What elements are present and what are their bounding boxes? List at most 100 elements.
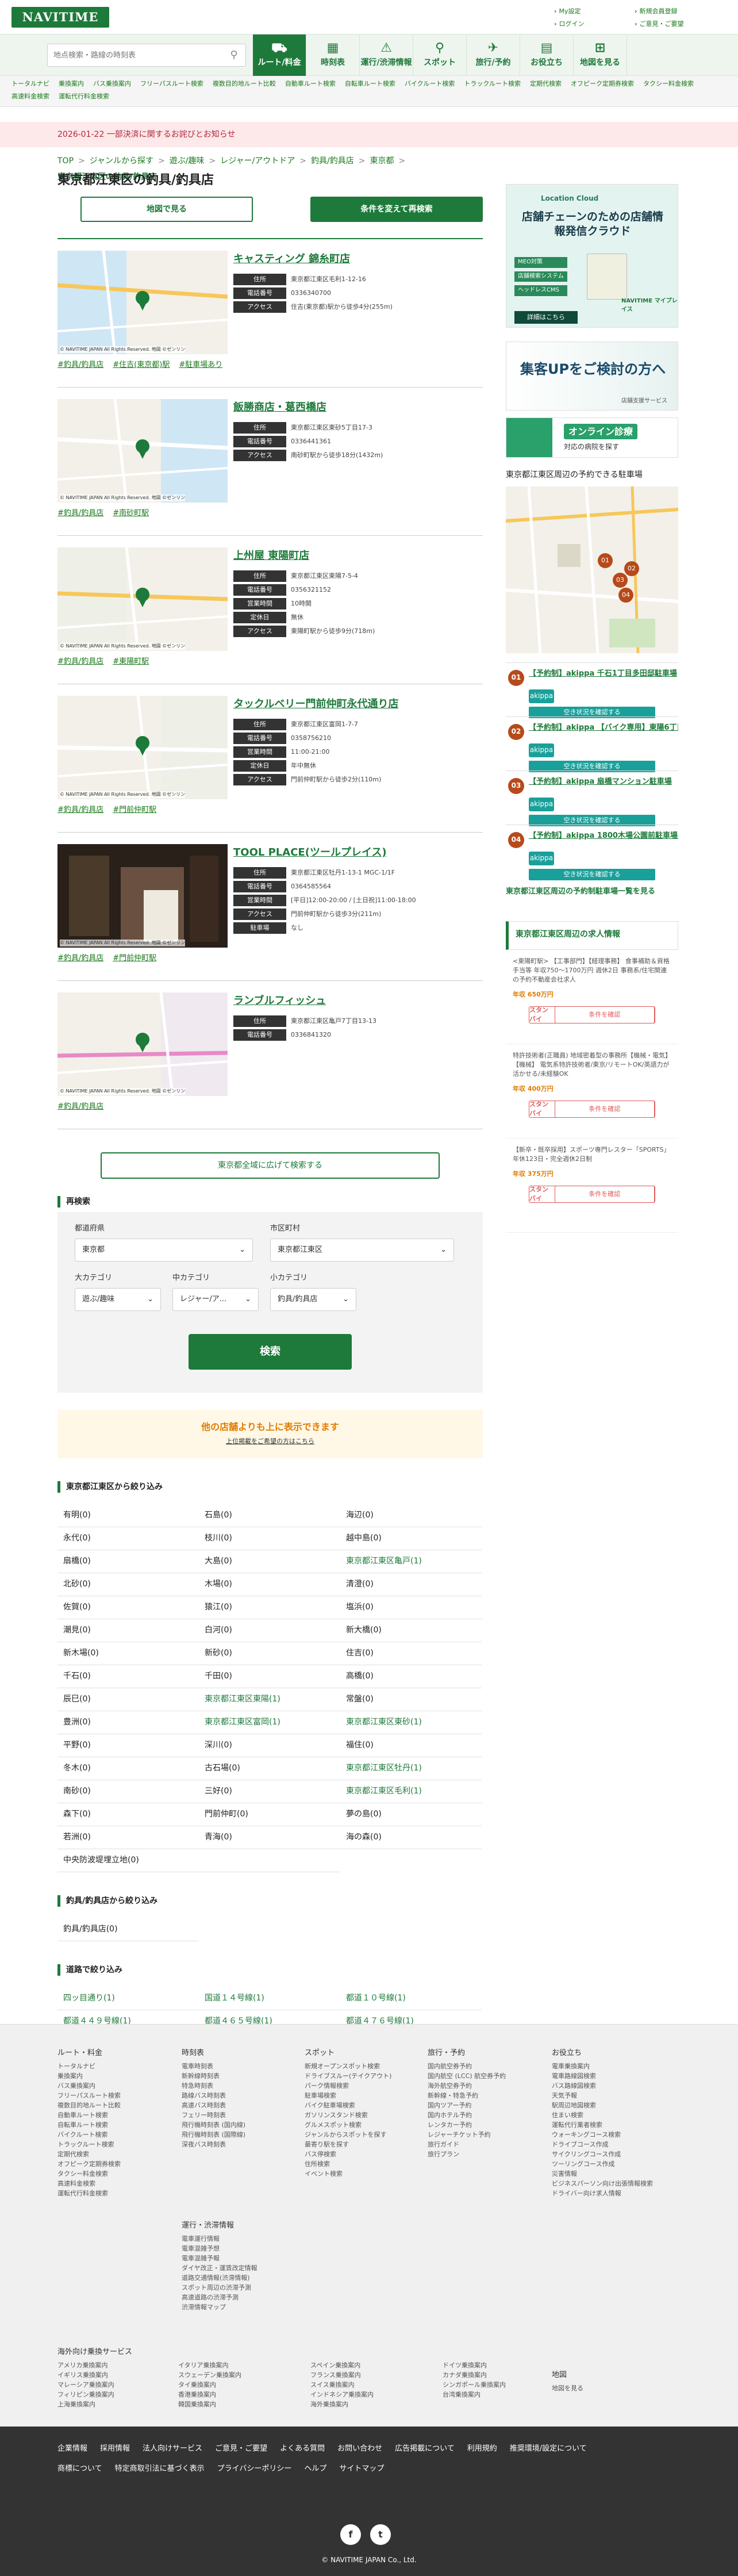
corporate-link[interactable]: プライバシーポリシー [217, 2464, 292, 2475]
filter-item[interactable]: 三好(0) [199, 1780, 340, 1803]
filter-item[interactable]: 枝川(0) [199, 1527, 340, 1550]
ad-shuukyaku[interactable]: 集客UPをご検討の方へ 店舗支援サービス [506, 342, 678, 411]
job-check-button[interactable]: スタンバイ 条件を確認 [529, 1100, 655, 1118]
breadcrumb-item[interactable]: ジャンルから探す [90, 155, 153, 167]
filter-item[interactable]: 豊洲(0) [57, 1711, 199, 1734]
subnav-link[interactable]: タクシー料金検索 [643, 79, 694, 91]
footer-link[interactable]: フランス乗換案内 [310, 2370, 437, 2380]
filter-item[interactable]: 古石場(0) [199, 1757, 340, 1780]
filter-item[interactable]: 扇橋(0) [57, 1550, 199, 1573]
filter-item[interactable]: 塩浜(0) [340, 1596, 482, 1619]
corporate-link[interactable]: ご意見・ご要望 [215, 2444, 267, 2455]
filter-item[interactable]: 夢の島(0) [340, 1803, 482, 1826]
search-icon[interactable]: ⚲ [222, 44, 245, 66]
footer-link[interactable]: 電車混雑予報 [182, 2253, 257, 2263]
jobs-heading[interactable]: 東京都江東区周辺の求人情報 [506, 921, 678, 950]
tag-link[interactable]: #釣具/釣具店 [57, 657, 103, 668]
parking-more-link[interactable]: 東京都江東区周辺の予約制駐車場一覧を見る [506, 887, 678, 904]
navitime-logo[interactable]: NAVITIME [11, 7, 109, 28]
footer-link[interactable]: バイク駐車場検索 [305, 2100, 391, 2110]
parking-name[interactable]: 【予約制】akippa 扇橋マンション駐車場 [529, 777, 678, 788]
filter-item[interactable]: 海辺(0) [340, 1504, 482, 1527]
footer-link[interactable]: 運転代行料金検索 [57, 2188, 121, 2198]
prefecture-select[interactable]: 東京都 ⌄ [75, 1239, 253, 1262]
footer-link[interactable]: 定期代検索 [57, 2149, 121, 2159]
footer-link[interactable]: ツーリングコース作成 [552, 2159, 653, 2169]
nav-item[interactable]: ⊞ 地図を見る [574, 34, 627, 76]
footer-link[interactable]: シンガポール乗換案内 [443, 2380, 569, 2390]
listing-name[interactable]: タックルベリー門前仲町永代通り店 [233, 697, 483, 713]
large-category-select[interactable]: 遊ぶ/趣味 ⌄ [75, 1288, 161, 1311]
footer-link[interactable]: 特急時刻表 [182, 2081, 245, 2091]
subnav-link[interactable]: バス乗換案内 [93, 79, 131, 91]
parking-marker[interactable]: 03 [613, 573, 628, 588]
footer-link[interactable]: バス乗換案内 [57, 2081, 121, 2091]
tag-link[interactable]: #釣具/釣具店 [57, 953, 103, 964]
footer-link[interactable]: ドライブコース作成 [552, 2140, 653, 2149]
parking-item[interactable]: 03 【予約制】akippa 扇橋マンション駐車場 akippa 空き状況を確認する [506, 770, 678, 826]
job-text[interactable]: 【新卒・既卒採用】スポーツ専門レスター「SPORTS」年休123日・完全週休2日… [513, 1145, 671, 1164]
footer-link[interactable]: ドライバー向け求人情報 [552, 2188, 653, 2198]
footer-link[interactable]: 上海乗換案内 [57, 2399, 172, 2409]
filter-item[interactable]: 白河(0) [199, 1619, 340, 1642]
small-category-select[interactable]: 釣具/釣具店 ⌄ [270, 1288, 356, 1311]
footer-link[interactable]: 乗換案内 [57, 2071, 121, 2081]
subnav-link[interactable]: 自動車ルート検索 [285, 79, 336, 91]
job-text[interactable]: 特許技術者(正職員) 地域密着型の事務所【機械・電気】【機械】 電気系特許技術者… [513, 1051, 671, 1079]
footer-link[interactable]: 住まい検索 [552, 2110, 653, 2120]
footer-link[interactable]: 電車路線図検索 [552, 2071, 653, 2081]
parking-item[interactable]: 01 【予約制】akippa 千石1丁目多田邸駐車場 akippa 空き状況を確認する [506, 662, 678, 718]
footer-link[interactable]: アメリカ乗換案内 [57, 2360, 172, 2370]
tag-link[interactable]: #釣具/釣具店 [57, 508, 103, 519]
corporate-link[interactable]: 推奨環境/設定について [510, 2444, 587, 2455]
footer-link[interactable]: バイクルート検索 [57, 2130, 121, 2140]
expand-search-button[interactable]: 東京都全域に広げて検索する [101, 1152, 440, 1179]
subnav-link[interactable]: 複数目的地ルート比較 [213, 79, 276, 91]
filter-item[interactable]: 冬木(0) [57, 1757, 199, 1780]
filter-item[interactable]: 潮見(0) [57, 1619, 199, 1642]
breadcrumb-item[interactable]: レジャー/アウトドア [220, 155, 295, 167]
listing-name[interactable]: ランブルフィッシュ [233, 994, 483, 1010]
footer-link[interactable]: 香港乗換案内 [178, 2390, 305, 2399]
filter-item[interactable]: 都道１０号線(1) [340, 1987, 482, 2010]
breadcrumb-item[interactable]: 遊ぶ/趣味 [170, 155, 205, 167]
filter-item[interactable]: 千石(0) [57, 1665, 199, 1688]
footer-link[interactable]: 最寄り駅を探す [305, 2140, 391, 2149]
footer-link[interactable]: 自動車ルート検索 [57, 2110, 121, 2120]
job-item[interactable]: 特許技術者(正職員) 地域密着型の事務所【機械・電気】【機械】 電気系特許技術者… [506, 1044, 678, 1138]
footer-link[interactable]: フィリピン乗換案内 [57, 2390, 172, 2399]
filter-item[interactable]: 四ッ目通り(1) [57, 1987, 199, 2010]
filter-item[interactable]: 東京都江東区富岡(1) [199, 1711, 340, 1734]
filter-item[interactable]: 南砂(0) [57, 1780, 199, 1803]
search-button[interactable]: 検索 [189, 1334, 352, 1370]
corporate-link[interactable]: サイトマップ [339, 2464, 384, 2475]
mid-category-select[interactable]: レジャー/ア... ⌄ [172, 1288, 259, 1311]
register-link[interactable]: 新規会員登録 [635, 7, 715, 16]
corporate-link[interactable]: 採用情報 [100, 2444, 130, 2455]
footer-link[interactable]: ウォーキングコース検索 [552, 2130, 653, 2140]
corporate-link[interactable]: 広告掲載について [395, 2444, 455, 2455]
footer-link[interactable]: パーク情報検索 [305, 2081, 391, 2091]
footer-link[interactable]: ドライブスルー(テイクアウト) [305, 2071, 391, 2081]
filter-item[interactable]: 新砂(0) [199, 1642, 340, 1665]
footer-link[interactable]: 道路交通情報(渋滞情報) [182, 2273, 257, 2283]
subnav-link[interactable]: 乗換案内 [59, 79, 84, 91]
parking-marker[interactable]: 01 [598, 553, 613, 568]
tag-link[interactable]: #東陽町駅 [113, 657, 149, 668]
filter-item[interactable]: 佐賀(0) [57, 1596, 199, 1619]
footer-link[interactable]: オフピーク定期券検索 [57, 2159, 121, 2169]
filter-item[interactable]: 永代(0) [57, 1527, 199, 1550]
nav-item[interactable]: ⛟ ルート/料金 [253, 34, 306, 76]
subnav-link[interactable]: フリーパスルート検索 [140, 79, 203, 91]
footer-link[interactable]: 高速料金検索 [57, 2179, 121, 2188]
subnav-link[interactable]: トラックルート検索 [464, 79, 521, 91]
footer-link[interactable]: ガソリンスタンド検索 [305, 2110, 391, 2120]
footer-link[interactable]: ビジネスパーソン向け出張情報検索 [552, 2179, 653, 2188]
job-item[interactable]: <東陽町駅> 【工事部門】【経理事務】 食事補助＆資格手当等 年収750〜170… [506, 950, 678, 1044]
job-item[interactable]: 【新卒・既卒採用】スポーツ専門レスター「SPORTS」年休123日・完全週休2日… [506, 1138, 678, 1233]
ad-online-clinic[interactable]: オンライン診療 対応の病院を探す [506, 417, 678, 458]
city-select[interactable]: 東京都江東区 ⌄ [270, 1239, 454, 1262]
tag-link[interactable]: #住吉(東京都)駅 [113, 360, 170, 371]
nav-item[interactable]: ▤ お役立ち [520, 34, 574, 76]
footer-link[interactable]: 複数目的地ルート比較 [57, 2100, 121, 2110]
